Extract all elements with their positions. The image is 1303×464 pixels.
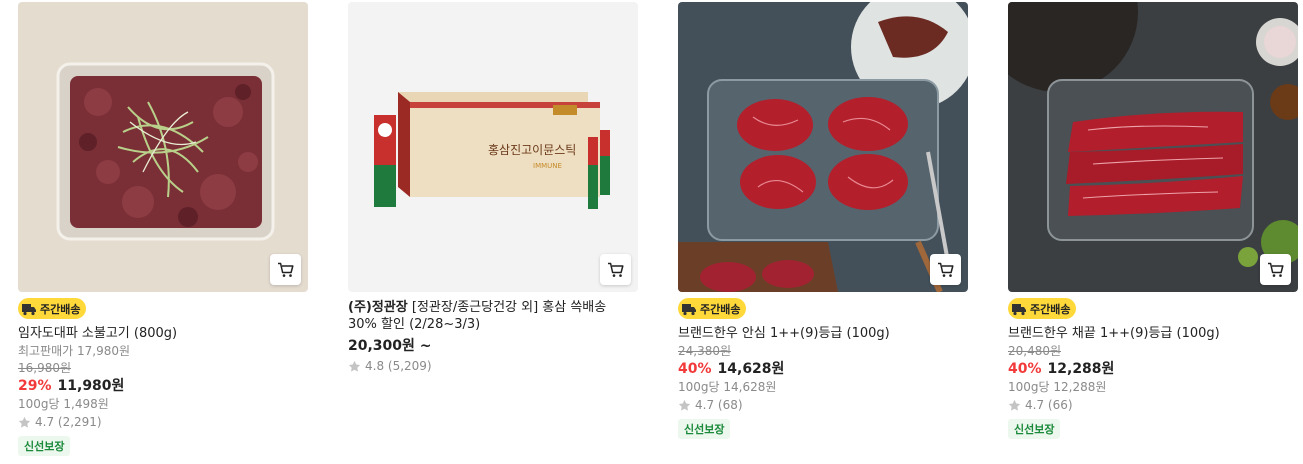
delivery-badge-label: 주간배송 [700,302,741,316]
product-image[interactable] [1008,2,1298,292]
product-image[interactable] [18,2,308,292]
unit-price: 100g당 14,628원 [678,380,777,394]
delivery-badge-label: 주간배송 [1030,302,1071,316]
product-name[interactable]: 브랜드한우 안심 1++(9)등급 (100g) [678,325,968,342]
sale-price: 14,628원 [717,361,785,377]
freshness-guarantee-badge: 신선보장 [18,436,71,456]
rating-text: 4.8 (5,209) [365,359,432,373]
freshness-guarantee-badge: 신선보장 [678,419,731,439]
original-price: 16,980원 [18,361,72,375]
star-icon [678,399,691,411]
weekly-delivery-badge: 주간배송 [1008,298,1077,319]
sale-price: 12,288원 [1047,361,1115,377]
sale-price: 20,300원 ~ [348,338,432,354]
cart-icon [277,262,294,277]
sale-price: 11,980원 [57,378,125,394]
rating-text: 4.7 (66) [1025,398,1073,412]
discount-rate: 40% [1008,361,1042,377]
product-name[interactable]: 브랜드한우 채끝 1++(9)등급 (100g) [1008,325,1298,342]
product-name[interactable]: 임자도대파 소불고기 (800g) [18,325,308,342]
add-to-cart-button[interactable] [600,254,631,285]
cart-icon [937,262,954,277]
rating: 4.7 (66) [1008,397,1298,414]
cart-icon [607,262,624,277]
unit-price: 100g당 1,498원 [18,397,109,411]
red-ginseng-image: 홍삼진고이뮨스틱 IMMUNE [348,2,638,292]
delivery-truck-icon [22,303,36,315]
add-to-cart-button[interactable] [930,254,961,285]
cart-icon [1267,262,1284,277]
delivery-truck-icon [682,303,696,315]
svg-text:홍삼진고이뮨스틱: 홍삼진고이뮨스틱 [488,143,576,157]
brand-name: (주)정관장 [348,300,408,315]
add-to-cart-button[interactable] [1260,254,1291,285]
rating: 4.7 (2,291) [18,414,308,431]
rating: 4.8 (5,209) [348,358,638,375]
delivery-badge-label: 주간배송 [40,302,81,316]
product-card[interactable]: 주간배송 브랜드한우 안심 1++(9)등급 (100g) 24,380원 40… [678,2,968,439]
rating-text: 4.7 (2,291) [35,415,102,429]
svg-text:IMMUNE: IMMUNE [533,162,562,170]
weekly-delivery-badge: 주간배송 [18,298,87,319]
discount-rate: 29% [18,378,52,394]
product-card[interactable]: 주간배송 임자도대파 소불고기 (800g) 최고판매가 17,980원 16,… [18,2,308,456]
weekly-delivery-badge: 주간배송 [678,298,747,319]
hanwoo-striploin-image [1008,2,1298,292]
product-card[interactable]: 주간배송 브랜드한우 채끝 1++(9)등급 (100g) 20,480원 40… [1008,2,1298,439]
best-price-label: 최고판매가 17,980원 [18,344,131,358]
original-price: 20,480원 [1008,344,1062,358]
star-icon [18,416,31,428]
rating: 4.7 (68) [678,397,968,414]
original-price: 24,380원 [678,344,732,358]
star-icon [1008,399,1021,411]
add-to-cart-button[interactable] [270,254,301,285]
product-card[interactable]: 홍삼진고이뮨스틱 IMMUNE (주)정관장 [정관장/종근당건강 외] 홍삼 … [348,2,638,373]
rating-text: 4.7 (68) [695,398,743,412]
bulgogi-image [18,2,308,292]
unit-price: 100g당 12,288원 [1008,380,1107,394]
product-image[interactable]: 홍삼진고이뮨스틱 IMMUNE [348,2,638,292]
star-icon [348,360,361,372]
discount-rate: 40% [678,361,712,377]
product-name[interactable]: (주)정관장 [정관장/종근당건강 외] 홍삼 쓱배송 30% 할인 (2/28… [348,299,638,333]
hanwoo-tenderloin-image [678,2,968,292]
product-image[interactable] [678,2,968,292]
freshness-guarantee-badge: 신선보장 [1008,419,1061,439]
delivery-truck-icon [1012,303,1026,315]
